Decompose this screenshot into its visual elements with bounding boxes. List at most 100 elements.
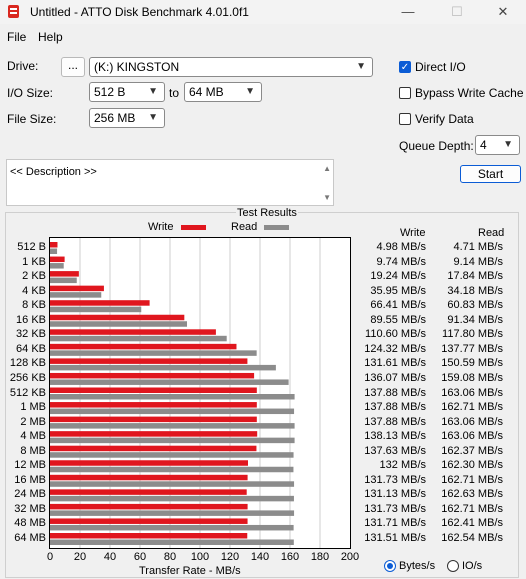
read-bar	[50, 248, 58, 254]
write-value: 89.55 MB/s	[370, 313, 426, 326]
write-value: 132 MB/s	[379, 459, 426, 472]
legend-read-swatch	[264, 225, 289, 230]
io-size-row-label: 8 MB	[20, 444, 46, 457]
write-bar	[50, 445, 257, 452]
description-box[interactable]: << Description >> ▲ ▼	[6, 159, 334, 206]
write-bar	[50, 242, 58, 248]
write-value: 110.60 MB/s	[365, 328, 426, 341]
x-tick-label: 20	[73, 551, 87, 563]
x-tick-label: 80	[163, 551, 177, 563]
x-tick-label: 0	[46, 551, 54, 563]
write-bar	[50, 533, 248, 539]
bytes-per-second-label: Bytes/s	[399, 560, 436, 572]
write-bar	[50, 329, 216, 335]
close-button[interactable]: ✕	[480, 0, 526, 24]
read-bar	[50, 321, 188, 327]
read-value: 4.71 MB/s	[453, 241, 503, 253]
read-bar	[50, 437, 295, 444]
io-size-row-label: 128 KB	[9, 357, 46, 370]
write-bar	[50, 460, 248, 466]
read-value: 159.08 MB/s	[441, 371, 503, 384]
results-title: Test Results	[236, 207, 298, 219]
x-tick-label: 60	[133, 551, 147, 563]
write-value: 136.07 MB/s	[364, 371, 426, 384]
write-bar	[50, 358, 248, 364]
write-value: 19.24 MB/s	[370, 270, 426, 283]
read-column-header: Read	[478, 227, 505, 239]
read-bar	[50, 292, 102, 298]
read-value: 163.06 MB/s	[441, 386, 503, 399]
read-value: 17.84 MB/s	[447, 270, 503, 283]
write-bar	[50, 256, 65, 263]
scroll-up-icon[interactable]: ▲	[323, 164, 331, 173]
read-bar	[50, 423, 295, 429]
queue-depth-select[interactable]: 4 ▼	[475, 135, 520, 155]
bypass-write-cache-label: Bypass Write Cache	[415, 86, 524, 100]
read-bar	[50, 394, 295, 400]
chevron-down-icon: ▼	[148, 112, 158, 123]
verify-data-checkbox[interactable]	[399, 113, 411, 125]
write-value: 131.13 MB/s	[364, 488, 426, 501]
read-value: 9.14 MB/s	[453, 255, 503, 268]
write-bar	[50, 285, 104, 292]
legend-write-swatch	[181, 225, 206, 230]
read-value: 91.34 MB/s	[447, 313, 503, 326]
x-tick-label: 140	[250, 551, 270, 563]
title-bar: Untitled - ATTO Disk Benchmark 4.01.0f1 …	[0, 0, 526, 24]
chevron-down-icon: ▼	[503, 139, 513, 150]
x-tick-label: 120	[220, 551, 240, 563]
io-size-row-label: 16 KB	[16, 313, 46, 326]
menu-help[interactable]: Help	[38, 30, 63, 44]
drive-select-value: (K:) KINGSTON	[94, 60, 180, 74]
x-tick-label: 200	[340, 551, 360, 563]
io-size-from-value: 512 B	[94, 85, 126, 99]
io-size-row-label: 12 MB	[14, 459, 46, 472]
write-bar	[50, 343, 237, 350]
read-value: 163.06 MB/s	[441, 415, 503, 428]
io-size-row-label: 32 MB	[14, 502, 46, 515]
menu-file[interactable]: File	[7, 30, 26, 44]
io-size-to-select[interactable]: 64 MB ▼	[184, 82, 262, 102]
x-tick-label: 100	[190, 551, 210, 563]
bytes-per-second-radio[interactable]	[384, 560, 396, 572]
drive-select[interactable]: (K:) KINGSTON ▼	[89, 57, 373, 77]
write-value: 4.98 MB/s	[376, 241, 426, 253]
io-size-row-label: 64 MB	[14, 532, 46, 544]
write-bar	[50, 503, 248, 510]
read-value: 162.63 MB/s	[441, 488, 503, 501]
read-bar	[50, 524, 294, 531]
maximize-button[interactable]: ☐	[434, 0, 480, 24]
read-bar	[50, 263, 64, 269]
minimize-button[interactable]: —	[385, 0, 431, 24]
write-value: 131.51 MB/s	[364, 532, 426, 544]
browse-drive-button[interactable]: ...	[61, 57, 85, 77]
io-size-from-select[interactable]: 512 B ▼	[89, 82, 165, 102]
io-size-row-label: 24 MB	[14, 488, 46, 501]
start-button[interactable]: Start	[460, 165, 521, 183]
scroll-down-icon[interactable]: ▼	[323, 193, 331, 202]
write-bar	[50, 300, 150, 306]
write-value: 137.88 MB/s	[364, 386, 426, 399]
x-axis-label: Transfer Rate - MB/s	[139, 565, 241, 577]
file-size-select[interactable]: 256 MB ▼	[89, 108, 165, 128]
chevron-down-icon: ▼	[245, 86, 255, 97]
read-bar	[50, 510, 295, 516]
read-value: 162.54 MB/s	[441, 532, 503, 544]
file-size-value: 256 MB	[94, 111, 136, 125]
read-value: 163.06 MB/s	[441, 430, 503, 443]
bypass-write-cache-checkbox[interactable]	[399, 87, 411, 99]
read-value: 162.71 MB/s	[441, 473, 503, 486]
read-bar	[50, 452, 294, 458]
io-per-second-radio[interactable]	[447, 560, 459, 572]
read-bar	[50, 379, 289, 385]
read-bar	[50, 277, 77, 284]
write-bar	[50, 387, 257, 393]
read-bar	[50, 364, 276, 371]
io-size-row-label: 512 KB	[9, 386, 46, 399]
io-size-row-label: 64 KB	[16, 342, 46, 355]
io-size-row-label: 48 MB	[14, 517, 46, 530]
read-bar	[50, 350, 257, 356]
read-value: 137.77 MB/s	[441, 342, 503, 355]
direct-io-checkbox[interactable]: ✓	[399, 61, 411, 73]
write-bar	[50, 416, 257, 423]
